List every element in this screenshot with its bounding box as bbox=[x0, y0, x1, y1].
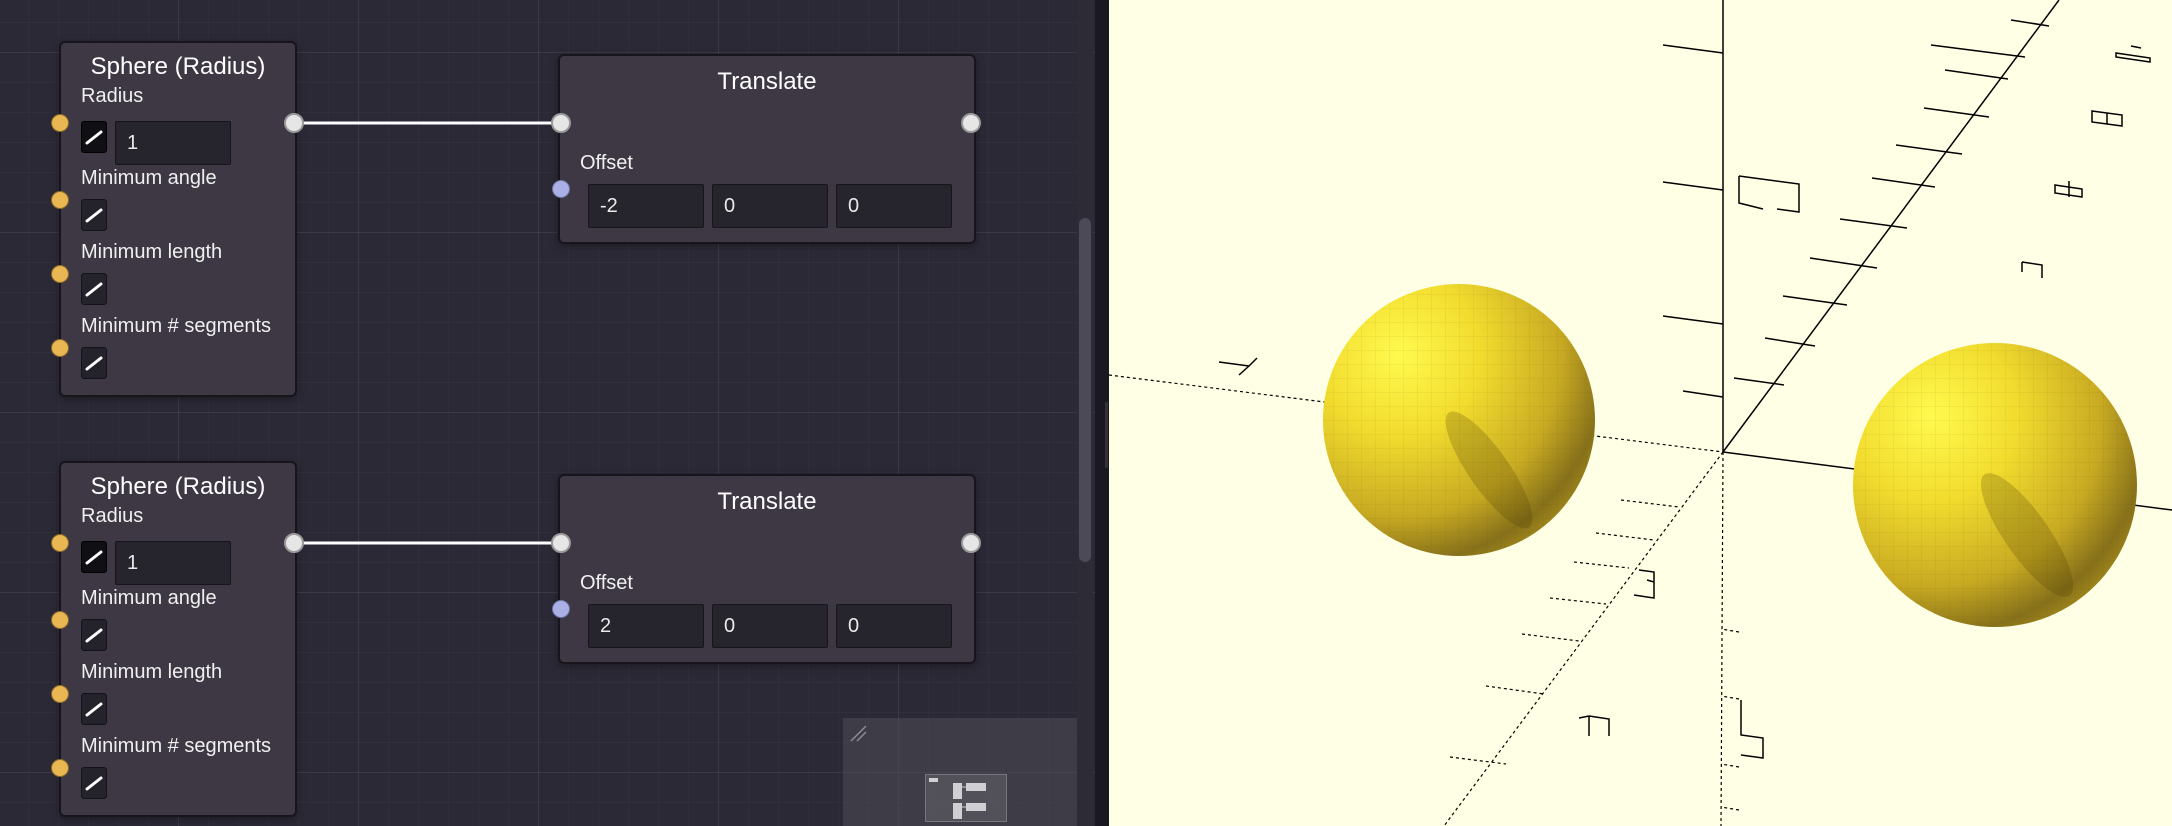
offset-label: Offset bbox=[580, 152, 633, 174]
minimap-viewport[interactable] bbox=[925, 774, 1007, 822]
z-axis-ticks bbox=[1662, 44, 1724, 398]
z-axis-negative-line bbox=[1720, 451, 1724, 826]
sphere-output-port[interactable] bbox=[284, 113, 304, 133]
radius-input[interactable]: 1 bbox=[115, 121, 231, 165]
translate-node[interactable]: Translate Offset -2 0 0 bbox=[558, 54, 976, 244]
splitter-handle[interactable] bbox=[1105, 402, 1108, 468]
radius-edit-button[interactable] bbox=[81, 541, 107, 573]
translate-child-input-port[interactable] bbox=[551, 113, 571, 133]
minimum-length-edit-button[interactable] bbox=[81, 693, 107, 725]
sphere-radius-node[interactable]: Sphere (Radius) Radius 1 Minimum angle M… bbox=[59, 461, 297, 817]
translate-child-input-port[interactable] bbox=[551, 533, 571, 553]
tick-label-2 bbox=[1738, 175, 1800, 213]
minimum-segments-edit-button[interactable] bbox=[81, 347, 107, 379]
minimum-segments-input-port[interactable] bbox=[51, 339, 69, 357]
radius-label: Radius bbox=[81, 505, 144, 527]
node-editor-canvas[interactable]: Sphere (Radius) Radius 1 Minimum angle M… bbox=[0, 0, 1095, 826]
radius-edit-button[interactable] bbox=[81, 121, 107, 153]
radius-input-port[interactable] bbox=[51, 114, 69, 132]
minimum-angle-edit-button[interactable] bbox=[81, 199, 107, 231]
minimum-length-input-port[interactable] bbox=[51, 685, 69, 703]
minimap-corner-icon[interactable] bbox=[849, 724, 869, 744]
tick-label-2 bbox=[1633, 569, 1655, 599]
pen-icon bbox=[85, 776, 103, 791]
pen-icon bbox=[85, 356, 103, 371]
minimap[interactable] bbox=[843, 718, 1081, 826]
tick-label-9 bbox=[2054, 181, 2083, 198]
minimum-length-edit-button[interactable] bbox=[81, 273, 107, 305]
y-axis-ticks bbox=[1733, 19, 2050, 386]
translate-node[interactable]: Translate Offset 2 0 0 bbox=[558, 474, 976, 664]
minimum-angle-edit-button[interactable] bbox=[81, 619, 107, 651]
sphere-object[interactable] bbox=[1323, 284, 1595, 556]
radius-input-port[interactable] bbox=[51, 534, 69, 552]
minimum-angle-label: Minimum angle bbox=[81, 587, 217, 609]
translate-output-port[interactable] bbox=[961, 533, 981, 553]
tick-label-2 bbox=[2115, 45, 2151, 63]
pen-icon bbox=[85, 130, 103, 145]
node-title: Sphere (Radius) bbox=[90, 473, 266, 500]
offset-x-input[interactable]: -2 bbox=[588, 184, 704, 228]
tick-label-4 bbox=[1218, 357, 1258, 376]
pen-icon bbox=[85, 208, 103, 223]
offset-input-port[interactable] bbox=[552, 180, 570, 198]
sphere-object[interactable] bbox=[1853, 343, 2137, 627]
radius-label: Radius bbox=[81, 85, 144, 107]
minimum-angle-input-port[interactable] bbox=[51, 611, 69, 629]
offset-z-input[interactable]: 0 bbox=[836, 604, 952, 648]
minimum-angle-input-port[interactable] bbox=[51, 191, 69, 209]
minimum-segments-input-port[interactable] bbox=[51, 759, 69, 777]
minimap-nodes-icon bbox=[929, 778, 986, 819]
minimum-segments-label: Minimum # segments bbox=[81, 735, 272, 757]
app-window: Sphere (Radius) Radius 1 Minimum angle M… bbox=[0, 0, 2172, 826]
minimum-segments-edit-button[interactable] bbox=[81, 767, 107, 799]
node-title: Sphere (Radius) bbox=[90, 53, 266, 80]
minimum-length-label: Minimum length bbox=[81, 661, 223, 683]
3d-viewport[interactable] bbox=[1109, 0, 2172, 826]
sphere-output-port[interactable] bbox=[284, 533, 304, 553]
tick-label-4 bbox=[1578, 715, 1610, 736]
pen-icon bbox=[85, 550, 103, 565]
tick-label-8 bbox=[2091, 110, 2123, 127]
pen-icon bbox=[85, 702, 103, 717]
scrollbar-thumb[interactable] bbox=[1079, 218, 1091, 562]
minimum-segments-label: Minimum # segments bbox=[81, 315, 272, 337]
tick-label-4 bbox=[2021, 261, 2043, 278]
offset-y-input[interactable]: 0 bbox=[712, 604, 828, 648]
node-title: Translate bbox=[717, 488, 817, 515]
minimum-angle-label: Minimum angle bbox=[81, 167, 217, 189]
offset-x-input[interactable]: 2 bbox=[588, 604, 704, 648]
offset-label: Offset bbox=[580, 572, 633, 594]
sphere-radius-node[interactable]: Sphere (Radius) Radius 1 Minimum angle M… bbox=[59, 41, 297, 397]
minimum-length-label: Minimum length bbox=[81, 241, 223, 263]
tick-label-2 bbox=[1740, 700, 1764, 759]
pen-icon bbox=[85, 628, 103, 643]
offset-input-port[interactable] bbox=[552, 600, 570, 618]
translate-output-port[interactable] bbox=[961, 113, 981, 133]
3d-scene bbox=[1109, 0, 2172, 826]
node-title: Translate bbox=[717, 68, 817, 95]
minimum-length-input-port[interactable] bbox=[51, 265, 69, 283]
pen-icon bbox=[85, 282, 103, 297]
offset-y-input[interactable]: 0 bbox=[712, 184, 828, 228]
radius-input[interactable]: 1 bbox=[115, 541, 231, 585]
offset-z-input[interactable]: 0 bbox=[836, 184, 952, 228]
